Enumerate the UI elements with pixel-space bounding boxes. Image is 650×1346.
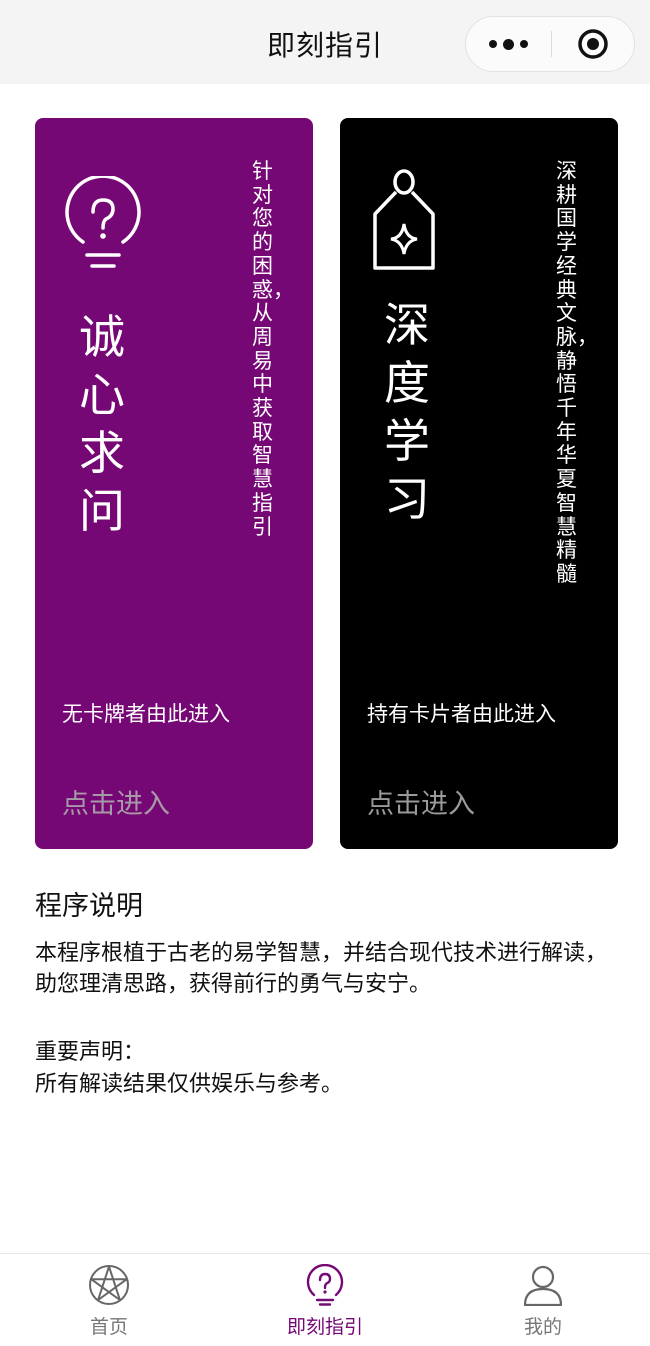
tab-profile[interactable]: 我的: [483, 1254, 603, 1346]
tab-home[interactable]: 首页: [49, 1254, 169, 1346]
question-lightbulb-icon: [61, 174, 145, 276]
tab-label: 首页: [89, 1316, 128, 1338]
tab-label: 即刻指引: [286, 1316, 363, 1338]
card-sincere-ask[interactable]: 诚心求问 针对您的困惑，从周易中获取智慧指引 无卡牌者由此进入 点击进入: [35, 118, 313, 849]
tab-instant-guide[interactable]: 即刻指引: [265, 1254, 385, 1346]
enter-button[interactable]: 点击进入: [367, 782, 475, 821]
enter-button[interactable]: 点击进入: [62, 782, 170, 821]
card-title: 诚心求问: [79, 310, 125, 538]
card-hint: 持有卡片者由此进入: [367, 702, 556, 726]
card-hint: 无卡牌者由此进入: [62, 702, 230, 726]
user-icon: [522, 1264, 564, 1307]
description-text: 本程序根植于古老的易学智慧，并结合现代技术进行解读，助您理清思路，获得前行的勇气…: [35, 941, 608, 997]
tag-sparkle-icon: [372, 168, 436, 276]
more-dots-icon[interactable]: [466, 17, 550, 71]
bottom-tab-bar: 首页 即刻指引 我的: [0, 1253, 650, 1345]
card-title: 深度学习: [384, 298, 430, 526]
notice-text: 所有解读结果仅供娱乐与参考。: [35, 1072, 344, 1097]
card-subtitle: 针对您的困惑，从周易中获取智慧指引: [252, 159, 294, 539]
card-deep-learning[interactable]: 深度学习 深耕国学经典文脉，静悟千年华夏智慧精髓 持有卡片者由此进入 点击进入: [340, 118, 618, 849]
tab-label: 我的: [523, 1316, 562, 1338]
top-nav-bar: 即刻指引: [0, 0, 650, 84]
pentagram-icon: [88, 1264, 130, 1306]
target-close-icon[interactable]: [552, 17, 634, 71]
mini-program-capsule: [465, 16, 635, 72]
question-lightbulb-icon: [304, 1263, 346, 1306]
section-title: 程序说明: [35, 891, 143, 922]
card-subtitle: 深耕国学经典文脉，静悟千年华夏智慧精髓: [556, 159, 598, 586]
notice-title: 重要声明：: [35, 1040, 146, 1065]
